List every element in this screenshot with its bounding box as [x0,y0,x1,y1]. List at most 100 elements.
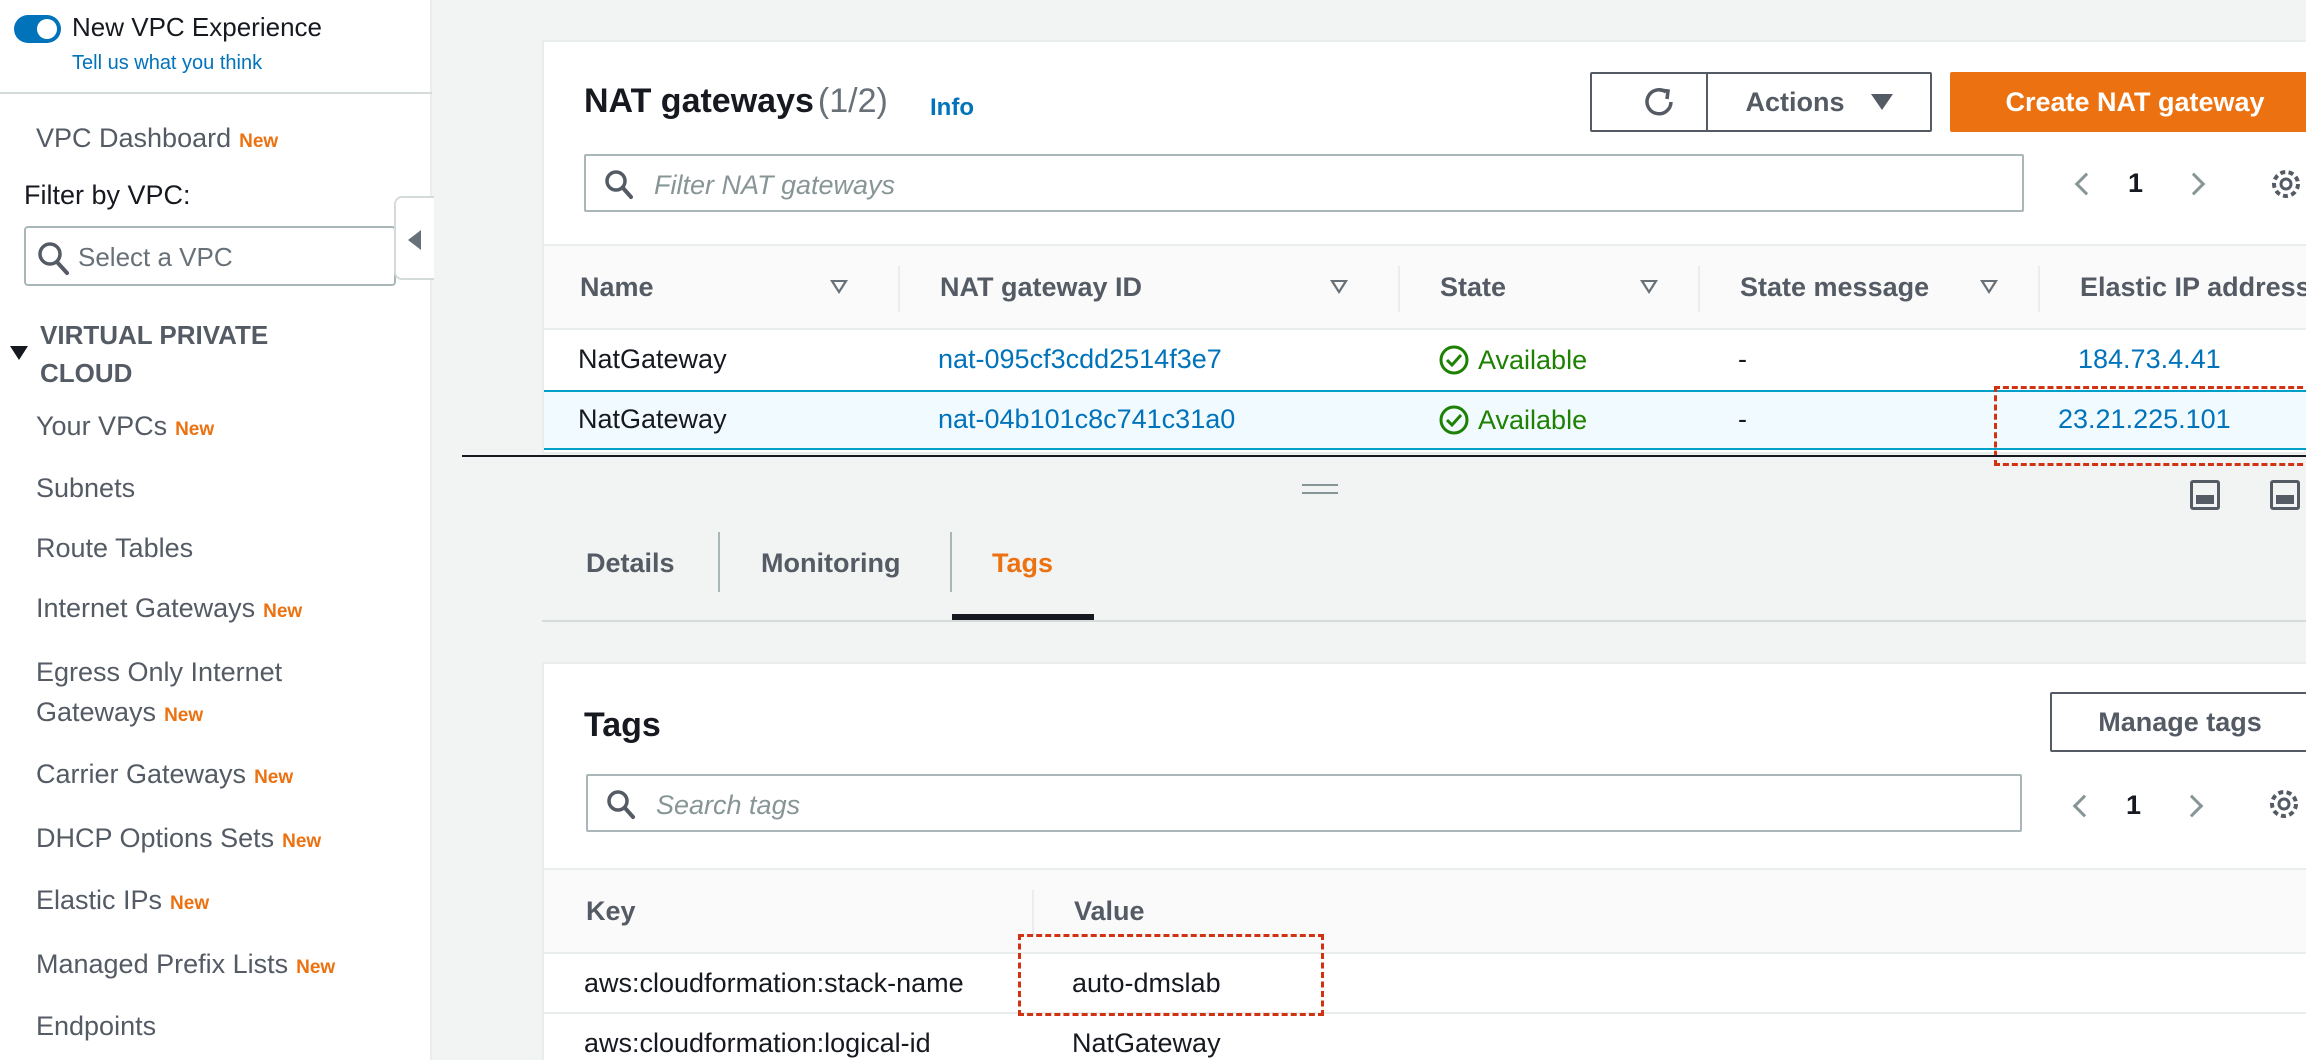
previous-page-icon[interactable] [2072,794,2096,818]
sidebar-item-egress-only-internet-gateways[interactable]: Egress Only Internet [36,652,282,692]
sidebar-item-endpoints[interactable]: Endpoints [36,1006,156,1046]
column-header-state[interactable]: State [1440,272,1506,303]
check-circle-icon [1439,345,1469,375]
sidebar-item-label: Subnets [36,473,136,503]
sidebar-item-managed-prefix-lists[interactable]: Managed Prefix Lists New [36,944,335,988]
tab-tags[interactable]: Tags [992,548,1053,579]
tag-key: aws:cloudformation:logical-id [584,1028,931,1058]
table-row[interactable]: NatGateway nat-095cf3cdd2514f3e7 Availab… [544,330,2306,390]
search-icon [38,242,69,275]
column-header-elastic-ip-address[interactable]: Elastic IP address [2080,272,2306,303]
section-title: VIRTUAL PRIVATE CLOUD [40,320,269,388]
page-number[interactable]: 1 [2126,790,2141,821]
sidebar-item-dhcp-options-sets[interactable]: DHCP Options Sets New [36,818,321,862]
check-circle-icon [1439,405,1469,435]
sidebar-item-label: Endpoints [36,1011,157,1041]
sidebar-item-label-line2: Gateways [36,697,157,727]
vpc-select-placeholder: Select a VPC [78,242,233,272]
new-badge: New [175,419,215,440]
filter-nat-gateways-input[interactable]: Filter NAT gateways [584,154,2024,212]
column-header-value[interactable]: Value [1074,896,1145,927]
column-divider[interactable] [1398,266,1400,312]
column-divider[interactable] [2038,266,2040,312]
table-row: aws:cloudformation:logical-id NatGateway [544,1014,2306,1060]
new-experience-label: New VPC Experience [72,12,322,42]
new-experience-box: New VPC Experience Tell us what you thin… [0,0,432,94]
sort-icon[interactable] [1640,280,1658,294]
search-icon [607,790,635,819]
new-badge: New [282,831,322,852]
active-tab-indicator [952,614,1094,620]
row-state-message: - [1738,344,1747,374]
sidebar-item-subnets[interactable]: Subnets [36,468,135,508]
search-placeholder: Search tags [656,790,801,820]
sidebar-item-your-vpcs[interactable]: Your VPCs New [36,406,214,450]
sidebar-item-label: Internet Gateways [36,593,256,623]
settings-gear-icon[interactable] [2268,166,2304,202]
tab-monitoring[interactable]: Monitoring [761,548,900,579]
row-name: NatGateway [578,344,727,374]
row-nat-gateway-id-link[interactable]: nat-095cf3cdd2514f3e7 [938,344,1222,375]
tags-title: Tags [584,706,661,744]
column-header-key[interactable]: Key [586,896,636,927]
sidebar-item-label: Carrier Gateways [36,759,247,789]
row-elastic-ip-link[interactable]: 184.73.4.41 [2078,344,2221,375]
search-placeholder: Filter NAT gateways [654,170,896,200]
row-state: Available [1438,404,1587,436]
page-number[interactable]: 1 [2128,168,2143,199]
highlight-tag-value [1018,934,1324,1016]
detail-tabs: Details Monitoring Tags [542,490,2306,622]
filter-by-vpc-label: Filter by VPC: [24,180,191,210]
column-header-state-message[interactable]: State message [1740,272,1929,303]
row-nat-gateway-id-link[interactable]: nat-04b101c8c741c31a0 [938,404,1235,435]
state-text: Available [1478,344,1588,375]
sidebar-item-label: Elastic IPs [36,885,163,915]
tags-panel: Tags Manage tags Search tags 1 Key Value… [542,662,2306,1060]
actions-button[interactable]: Actions [1706,72,1932,132]
column-divider[interactable] [1032,890,1034,936]
panel-title-text: NAT gateways [584,82,814,120]
settings-gear-icon[interactable] [2266,786,2302,822]
row-name: NatGateway [578,404,727,434]
sidebar-item-carrier-gateways[interactable]: Carrier Gateways New [36,754,293,798]
next-page-icon[interactable] [2180,794,2204,818]
table-row: aws:cloudformation:stack-name auto-dmsla… [544,954,2306,1014]
tab-divider [950,532,952,592]
sort-icon[interactable] [830,280,848,294]
sidebar-item-elastic-ips[interactable]: Elastic IPs New [36,880,209,924]
new-badge: New [164,705,204,726]
feedback-link[interactable]: Tell us what you think [72,52,262,75]
collapse-sidebar-button[interactable] [394,196,434,280]
column-header-nat-gateway-id[interactable]: NAT gateway ID [940,272,1142,303]
sidebar-item-route-tables[interactable]: Route Tables [36,528,193,568]
sidebar-item-egress-only-internet-gateways-line2[interactable]: Gateways New [36,692,203,736]
manage-tags-button[interactable]: Manage tags [2050,692,2306,752]
previous-page-icon[interactable] [2074,172,2098,196]
new-badge: New [170,893,210,914]
split-panel-divider[interactable] [462,455,2306,457]
tab-details[interactable]: Details [586,548,675,579]
sort-icon[interactable] [1980,280,1998,294]
sidebar-item-internet-gateways[interactable]: Internet Gateways New [36,588,302,632]
column-header-name[interactable]: Name [580,272,654,303]
search-tags-input[interactable]: Search tags [586,774,2022,832]
sidebar-item-label: Your VPCs [36,411,168,441]
sidebar-item-vpc-dashboard[interactable]: VPC Dashboard New [36,118,278,162]
vpc-select[interactable]: Select a VPC [24,226,396,286]
column-divider[interactable] [1698,266,1700,312]
selection-count: (1/2) [817,82,888,120]
create-nat-gateway-button[interactable]: Create NAT gateway [1950,72,2306,132]
sidebar-item-label: DHCP Options Sets [36,823,275,853]
next-page-icon[interactable] [2182,172,2206,196]
row-state: Available [1438,344,1587,376]
new-experience-toggle[interactable] [14,15,61,43]
info-link[interactable]: Info [930,94,974,122]
tags-table-header: Key Value [544,868,2306,954]
sidebar-item-label: Route Tables [36,533,194,563]
manage-tags-label: Manage tags [2098,706,2262,737]
actions-label: Actions [1745,86,1845,117]
sidebar: New VPC Experience Tell us what you thin… [0,0,432,1060]
tag-key: aws:cloudformation:stack-name [584,968,964,998]
sort-icon[interactable] [1330,280,1348,294]
column-divider[interactable] [898,266,900,312]
